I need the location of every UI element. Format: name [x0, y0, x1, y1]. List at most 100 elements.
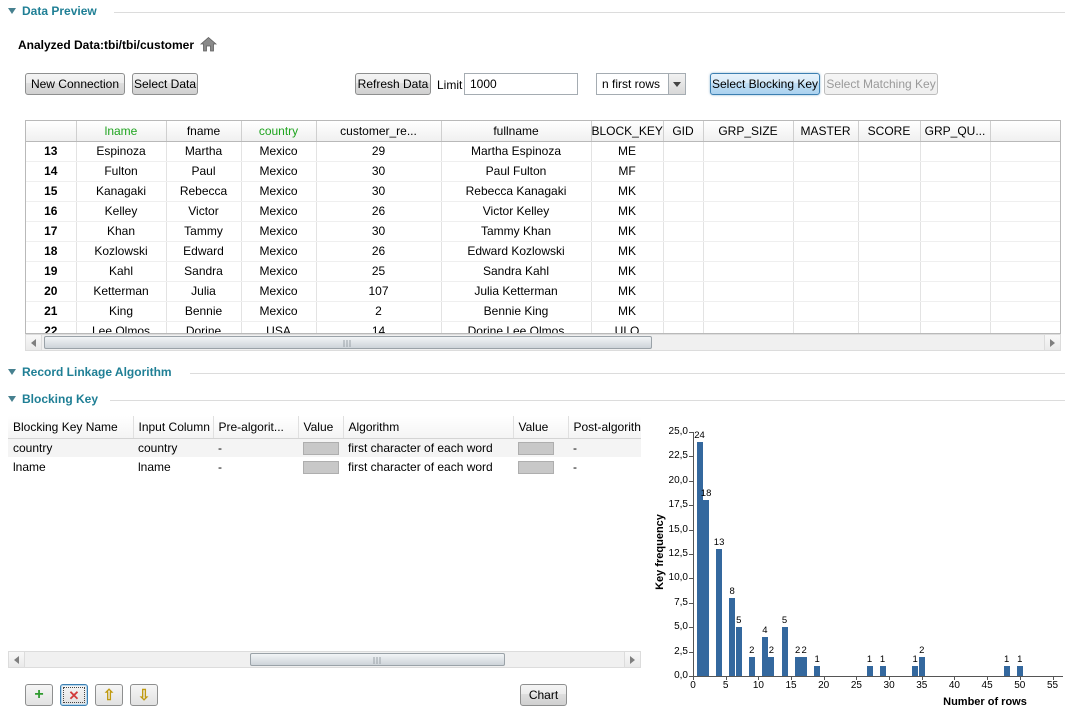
cell[interactable]	[990, 321, 1061, 334]
pre-algorithm-cell[interactable]: -	[213, 438, 298, 457]
cell[interactable]	[990, 241, 1061, 261]
collapse-triangle-icon[interactable]	[8, 396, 16, 402]
cell[interactable]: Bennie	[166, 301, 241, 321]
cell[interactable]: 22	[26, 321, 76, 334]
cell[interactable]: Tammy Khan	[441, 221, 591, 241]
column-header-customer_re...[interactable]: customer_re...	[316, 121, 441, 141]
cell[interactable]: MK	[591, 241, 663, 261]
cell[interactable]: Espinoza	[76, 141, 166, 161]
cell[interactable]: 16	[26, 201, 76, 221]
column-header-country[interactable]: country	[241, 121, 316, 141]
cell[interactable]: Mexico	[241, 241, 316, 261]
input-column-cell[interactable]: country	[133, 438, 213, 457]
cell[interactable]	[793, 301, 858, 321]
cell[interactable]: 15	[26, 181, 76, 201]
scroll-left-button[interactable]	[26, 335, 42, 350]
home-icon[interactable]	[200, 37, 217, 52]
column-header-BLOCK_KEY[interactable]: BLOCK_KEY	[591, 121, 663, 141]
blocking-key-row[interactable]: countrycountry-first character of each w…	[8, 438, 641, 457]
post-algorithm-cell[interactable]: -	[568, 457, 641, 476]
cell[interactable]: Mexico	[241, 181, 316, 201]
cell[interactable]	[793, 201, 858, 221]
column-header-MASTER[interactable]: MASTER	[793, 121, 858, 141]
cell[interactable]: Sandra Kahl	[441, 261, 591, 281]
cell[interactable]	[858, 321, 920, 334]
cell[interactable]	[663, 261, 703, 281]
column-header-GRP_SIZE[interactable]: GRP_SIZE	[703, 121, 793, 141]
cell[interactable]	[920, 161, 990, 181]
cell[interactable]	[703, 201, 793, 221]
column-header-GRP_QU...[interactable]: GRP_QU...	[920, 121, 990, 141]
cell[interactable]	[990, 181, 1061, 201]
column-header-fname[interactable]: fname	[166, 121, 241, 141]
cell[interactable]: Ketterman	[76, 281, 166, 301]
collapse-triangle-icon[interactable]	[8, 369, 16, 375]
table-row[interactable]: 14FultonPaulMexico30Paul FultonMF	[26, 161, 1061, 181]
cell[interactable]	[858, 241, 920, 261]
cell[interactable]: MK	[591, 301, 663, 321]
table-row[interactable]: 15KanagakiRebeccaMexico30Rebecca Kanagak…	[26, 181, 1061, 201]
blocking-table-hscrollbar[interactable]	[8, 651, 641, 668]
cell[interactable]	[703, 301, 793, 321]
cell[interactable]: Mexico	[241, 261, 316, 281]
cell[interactable]: 19	[26, 261, 76, 281]
cell[interactable]	[663, 181, 703, 201]
cell[interactable]: Paul	[166, 161, 241, 181]
cell[interactable]	[920, 281, 990, 301]
limit-input[interactable]	[464, 73, 578, 95]
cell[interactable]: MK	[591, 281, 663, 301]
cell[interactable]	[858, 261, 920, 281]
chevron-down-icon[interactable]	[668, 74, 685, 94]
column-header-blank[interactable]	[990, 121, 1061, 141]
cell[interactable]: Mexico	[241, 221, 316, 241]
cell[interactable]: Dorine Lee Olmos	[441, 321, 591, 334]
column-header-Input Column[interactable]: Input Column	[133, 416, 213, 438]
cell[interactable]: USA	[241, 321, 316, 334]
cell[interactable]: Mexico	[241, 201, 316, 221]
cell[interactable]: Julia Ketterman	[441, 281, 591, 301]
cell[interactable]	[858, 301, 920, 321]
cell[interactable]	[793, 261, 858, 281]
select-data-button[interactable]: Select Data	[132, 73, 198, 95]
cell[interactable]	[793, 161, 858, 181]
scroll-thumb[interactable]	[250, 653, 505, 666]
key-name-cell[interactable]: lname	[8, 457, 133, 476]
cell[interactable]: Dorine	[166, 321, 241, 334]
cell[interactable]	[990, 141, 1061, 161]
column-header-Value[interactable]: Value	[513, 416, 568, 438]
cell[interactable]	[858, 141, 920, 161]
cell[interactable]: 29	[316, 141, 441, 161]
cell[interactable]: Kelley	[76, 201, 166, 221]
cell[interactable]	[990, 221, 1061, 241]
cell[interactable]: Rebecca	[166, 181, 241, 201]
cell[interactable]	[858, 161, 920, 181]
scroll-thumb[interactable]	[44, 336, 652, 349]
column-header-Algorithm[interactable]: Algorithm	[343, 416, 513, 438]
cell[interactable]	[990, 161, 1061, 181]
cell[interactable]	[920, 141, 990, 161]
cell[interactable]	[858, 201, 920, 221]
cell[interactable]: Rebecca Kanagaki	[441, 181, 591, 201]
scroll-track[interactable]	[42, 335, 1044, 350]
cell[interactable]	[663, 221, 703, 241]
cell[interactable]	[703, 221, 793, 241]
cell[interactable]: MK	[591, 201, 663, 221]
cell[interactable]: 14	[26, 161, 76, 181]
cell[interactable]: 20	[26, 281, 76, 301]
cell[interactable]	[703, 261, 793, 281]
cell[interactable]: MF	[591, 161, 663, 181]
cell[interactable]	[663, 241, 703, 261]
cell[interactable]: Mexico	[241, 301, 316, 321]
algorithm-cell[interactable]: first character of each word	[343, 438, 513, 457]
data-table-hscrollbar[interactable]	[25, 334, 1061, 351]
cell[interactable]	[793, 321, 858, 334]
delete-blocking-key-button[interactable]: ✕	[60, 684, 88, 706]
cell[interactable]	[858, 281, 920, 301]
chart-button[interactable]: Chart	[520, 684, 567, 706]
table-row[interactable]: 17KhanTammyMexico30Tammy KhanMK	[26, 221, 1061, 241]
cell[interactable]: Tammy	[166, 221, 241, 241]
cell[interactable]: ULO	[591, 321, 663, 334]
cell[interactable]	[990, 261, 1061, 281]
cell[interactable]: Bennie King	[441, 301, 591, 321]
cell[interactable]: MK	[591, 261, 663, 281]
